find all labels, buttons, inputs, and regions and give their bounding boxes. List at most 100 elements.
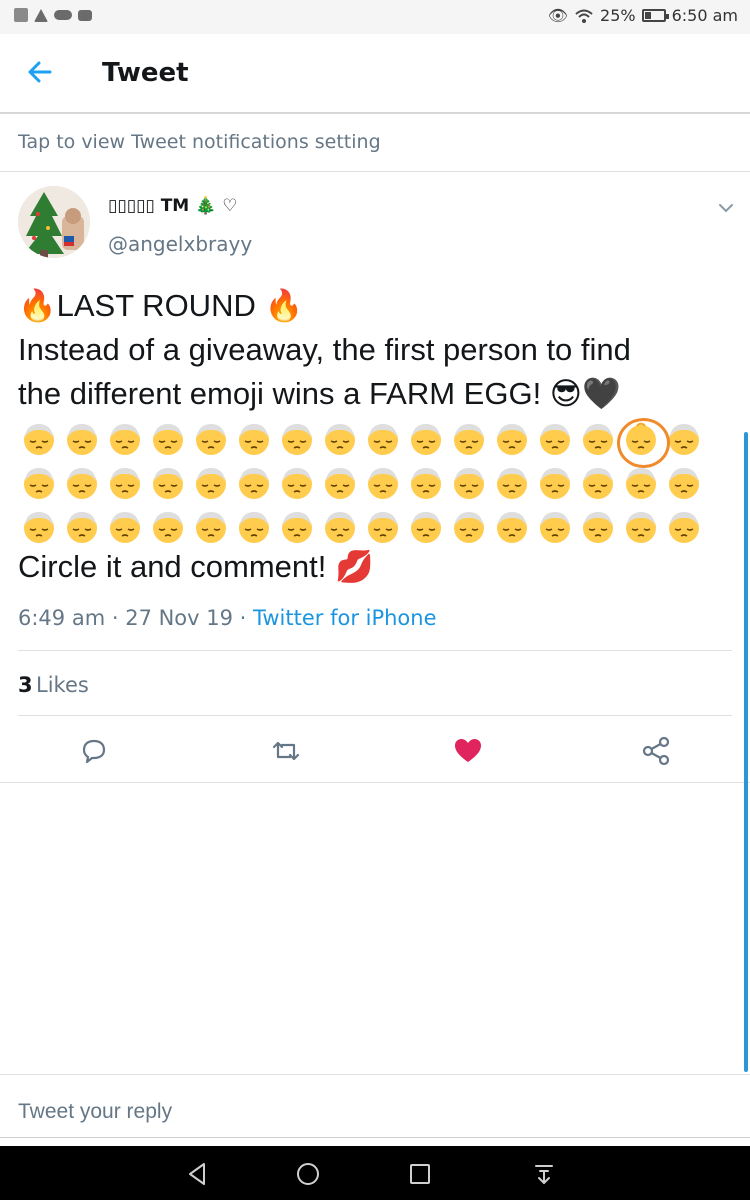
old-man-emoji-icon bbox=[153, 424, 183, 455]
reply-icon[interactable] bbox=[78, 735, 110, 767]
author-display-name[interactable]: ▯▯▯▯▯ TM 🎄 ♡ bbox=[108, 196, 237, 216]
scrollbar[interactable] bbox=[744, 432, 748, 1072]
old-man-emoji-icon bbox=[239, 468, 269, 499]
system-nav-bar bbox=[0, 1146, 750, 1200]
emoji-cell bbox=[663, 506, 706, 550]
emoji-row bbox=[18, 418, 718, 462]
old-man-emoji-icon bbox=[24, 468, 54, 499]
home-circle-icon[interactable] bbox=[294, 1160, 322, 1188]
emoji-cell bbox=[147, 418, 190, 462]
old-man-emoji-icon bbox=[325, 424, 355, 455]
tweet-text: 🔥LAST ROUND 🔥 Instead of a giveaway, the… bbox=[18, 284, 733, 416]
emoji-cell bbox=[190, 506, 233, 550]
old-man-emoji-icon bbox=[497, 424, 527, 455]
old-man-emoji-icon bbox=[497, 512, 527, 543]
share-icon[interactable] bbox=[640, 735, 672, 767]
emoji-cell bbox=[190, 462, 233, 506]
battery-percent: 25% bbox=[600, 6, 636, 25]
emoji-cell bbox=[448, 462, 491, 506]
tweet-text-line: Instead of a giveaway, the first person … bbox=[18, 332, 631, 367]
retweet-icon[interactable] bbox=[270, 735, 302, 767]
recents-square-icon[interactable] bbox=[406, 1160, 434, 1188]
emoji-row bbox=[18, 506, 718, 550]
emoji-cell bbox=[620, 418, 663, 462]
reply-divider bbox=[0, 1137, 750, 1138]
emoji-cell bbox=[620, 506, 663, 550]
author-handle[interactable]: @angelxbrayy bbox=[108, 232, 252, 256]
emoji-cell bbox=[577, 418, 620, 462]
emoji-cell bbox=[491, 506, 534, 550]
old-man-emoji-icon bbox=[239, 424, 269, 455]
cloud-icon bbox=[54, 10, 72, 20]
different-emoji-icon bbox=[626, 422, 656, 455]
old-man-emoji-icon bbox=[368, 468, 398, 499]
emoji-cell bbox=[448, 506, 491, 550]
avatar[interactable] bbox=[18, 186, 90, 258]
old-man-emoji-icon bbox=[196, 468, 226, 499]
old-man-emoji-icon bbox=[497, 468, 527, 499]
old-man-emoji-icon bbox=[239, 512, 269, 543]
emoji-cell bbox=[104, 506, 147, 550]
emoji-cell bbox=[663, 418, 706, 462]
old-man-emoji-icon bbox=[540, 468, 570, 499]
old-man-emoji-icon bbox=[196, 424, 226, 455]
page-title: Tweet bbox=[102, 58, 189, 88]
emoji-cell bbox=[276, 418, 319, 462]
old-man-emoji-icon bbox=[67, 424, 97, 455]
emoji-cell bbox=[61, 462, 104, 506]
emoji-cell bbox=[620, 462, 663, 506]
reply-bar bbox=[0, 1074, 750, 1146]
old-man-emoji-icon bbox=[24, 512, 54, 543]
old-man-emoji-icon bbox=[411, 512, 441, 543]
old-man-emoji-icon bbox=[368, 512, 398, 543]
battery-icon bbox=[641, 9, 669, 22]
emoji-cell bbox=[147, 462, 190, 506]
old-man-emoji-icon bbox=[67, 512, 97, 543]
old-man-emoji-icon bbox=[153, 468, 183, 499]
emoji-cell bbox=[233, 506, 276, 550]
likes-count: 3 bbox=[18, 673, 33, 697]
emoji-cell bbox=[319, 418, 362, 462]
old-man-emoji-icon bbox=[540, 424, 570, 455]
tweet-time: 6:49 am bbox=[18, 606, 106, 630]
emoji-cell bbox=[405, 462, 448, 506]
notification-pull-down-icon[interactable] bbox=[530, 1160, 558, 1188]
old-man-emoji-icon bbox=[454, 424, 484, 455]
old-man-emoji-icon bbox=[583, 512, 613, 543]
status-bar: 👁 25% 6:50 am bbox=[0, 0, 750, 34]
old-man-emoji-icon bbox=[583, 468, 613, 499]
emoji-cell bbox=[577, 462, 620, 506]
emoji-row bbox=[18, 462, 718, 506]
emoji-cell bbox=[233, 418, 276, 462]
arrow-left-icon[interactable] bbox=[24, 56, 56, 88]
emoji-cell bbox=[61, 418, 104, 462]
old-man-emoji-icon bbox=[282, 424, 312, 455]
old-man-emoji-icon bbox=[282, 512, 312, 543]
old-man-emoji-icon bbox=[110, 512, 140, 543]
emoji-cell bbox=[104, 418, 147, 462]
emoji-cell bbox=[276, 462, 319, 506]
back-triangle-icon[interactable] bbox=[184, 1160, 212, 1188]
tweet-date: 27 Nov 19 bbox=[125, 606, 233, 630]
tweet-source-link[interactable]: Twitter for iPhone bbox=[253, 606, 437, 630]
heart-icon[interactable] bbox=[452, 735, 484, 767]
chevron-down-icon[interactable] bbox=[716, 198, 736, 218]
emoji-cell bbox=[534, 462, 577, 506]
tweet-actions bbox=[0, 717, 750, 783]
tweet-closing-line: Circle it and comment! 💋 bbox=[18, 549, 374, 584]
emoji-cell bbox=[18, 418, 61, 462]
likes-row[interactable]: 3 Likes bbox=[18, 650, 732, 716]
emoji-cell bbox=[233, 462, 276, 506]
emoji-cell bbox=[577, 506, 620, 550]
old-man-emoji-icon bbox=[325, 468, 355, 499]
clock: 6:50 am bbox=[671, 6, 738, 25]
emoji-grid bbox=[18, 418, 718, 550]
emoji-cell bbox=[362, 506, 405, 550]
old-man-emoji-icon bbox=[24, 424, 54, 455]
notification-setting-banner[interactable]: Tap to view Tweet notifications setting bbox=[0, 116, 750, 172]
emoji-cell bbox=[190, 418, 233, 462]
app-notification-icon bbox=[14, 8, 28, 22]
old-man-emoji-icon bbox=[368, 424, 398, 455]
emoji-cell bbox=[362, 418, 405, 462]
reply-input[interactable] bbox=[18, 1095, 718, 1129]
